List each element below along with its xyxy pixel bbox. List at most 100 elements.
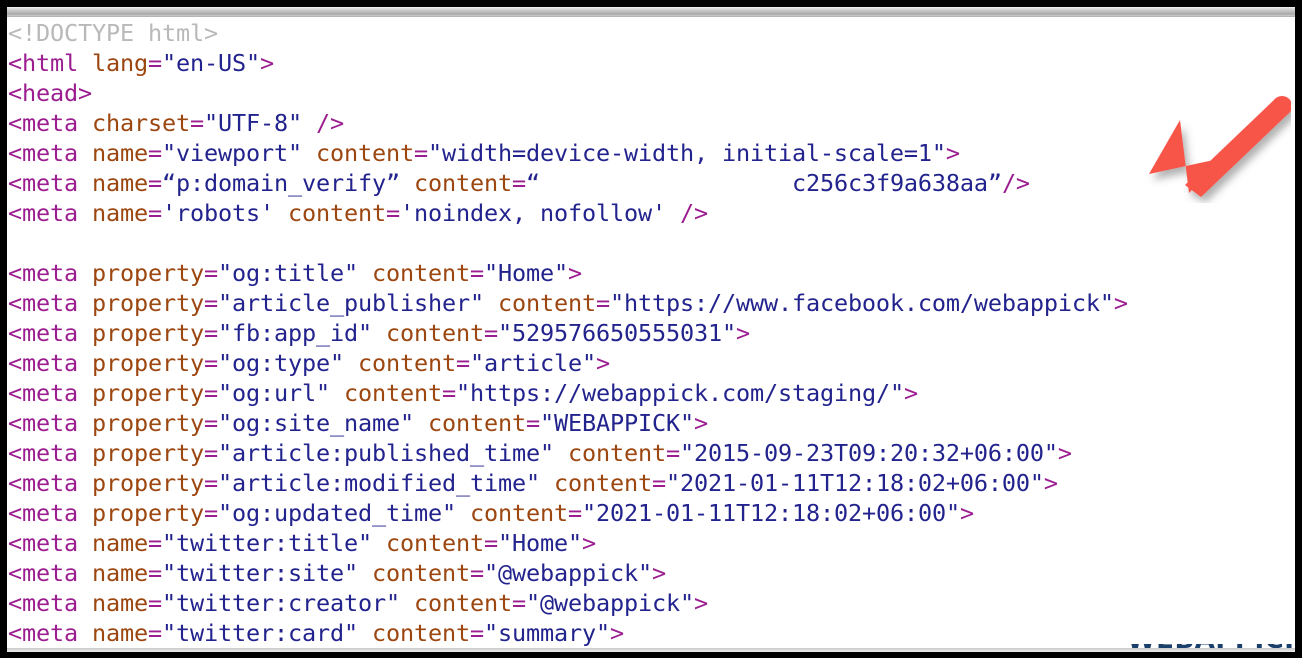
- line-meta-og-site-name: <meta property="og:site_name" content="W…: [8, 408, 1295, 438]
- line-meta-domain-verify-seg-2: =: [148, 169, 162, 197]
- line-meta-robots-seg-7: />: [665, 199, 708, 227]
- line-meta-og-url-seg-6: "https://webappick.com/staging/": [456, 379, 904, 407]
- line-meta-og-updated-time-seg-7: >: [959, 499, 974, 527]
- line-meta-twitter-card-seg-5: =: [469, 619, 484, 647]
- line-meta-fb-app-id-seg-6: "529576650555031": [497, 319, 736, 347]
- line-meta-article-published-time-seg-1: property: [92, 439, 204, 467]
- line-head-open: <head>: [8, 78, 1295, 108]
- line-meta-og-title-seg-3: "og:title": [218, 259, 358, 287]
- line-meta-og-type-seg-0: <meta: [8, 349, 92, 377]
- line-meta-og-updated-time-seg-1: property: [92, 499, 204, 527]
- line-blank-1-seg-0: [8, 229, 22, 257]
- line-meta-article-modified-time-seg-4: content: [539, 469, 652, 497]
- line-meta-viewport-seg-7: >: [945, 139, 960, 167]
- line-meta-og-site-name-seg-0: <meta: [8, 409, 92, 437]
- line-meta-og-title-seg-6: "Home": [483, 259, 568, 287]
- line-meta-fb-app-id-seg-0: <meta: [8, 319, 92, 347]
- line-meta-robots-seg-1: name: [92, 199, 148, 227]
- line-meta-og-updated-time-seg-6: "2021-01-11T12:18:02+06:00": [581, 499, 960, 527]
- line-meta-og-type-seg-6: "article": [469, 349, 596, 377]
- line-meta-article-modified-time-seg-6: "2021-01-11T12:18:02+06:00": [665, 469, 1044, 497]
- line-meta-fb-app-id-seg-1: property: [92, 319, 204, 347]
- line-meta-og-site-name-seg-7: >: [693, 409, 708, 437]
- line-meta-og-url-seg-0: <meta: [8, 379, 92, 407]
- line-meta-article-published-time: <meta property="article:published_time" …: [8, 438, 1295, 468]
- line-meta-fb-app-id-seg-7: >: [735, 319, 750, 347]
- line-meta-article-published-time-seg-4: content: [553, 439, 666, 467]
- line-meta-fb-app-id-seg-3: "fb:app_id": [218, 319, 372, 347]
- horizontal-scrollbar[interactable]: [7, 7, 1295, 17]
- line-meta-twitter-card-seg-7: >: [609, 619, 624, 647]
- source-code-listing: <!DOCTYPE html> <html lang="en-US"> <head>…: [7, 18, 1295, 658]
- line-meta-robots-seg-5: =: [386, 199, 400, 227]
- line-meta-charset: <meta charset="UTF-8" />: [8, 108, 1295, 138]
- line-meta-article-publisher-seg-0: <meta: [8, 289, 92, 317]
- line-meta-domain-verify: <meta name=“p:domain_verify” content=“ c…: [8, 168, 1295, 198]
- line-meta-article-published-time-seg-0: <meta: [8, 439, 92, 467]
- line-html-open-seg-2: =: [148, 49, 162, 77]
- line-doctype: <!DOCTYPE html>: [8, 18, 1295, 48]
- line-meta-twitter-site-seg-7: >: [651, 559, 666, 587]
- line-meta-robots: <meta name='robots' content='noindex, no…: [8, 198, 1295, 228]
- line-meta-twitter-creator-seg-0: <meta: [8, 589, 92, 617]
- line-meta-charset-seg-4: />: [302, 109, 344, 137]
- line-meta-twitter-card-seg-2: =: [148, 619, 162, 647]
- line-meta-article-publisher-seg-1: property: [92, 289, 204, 317]
- line-meta-og-updated-time-seg-5: =: [567, 499, 582, 527]
- line-meta-og-url-seg-5: =: [442, 379, 456, 407]
- line-meta-domain-verify-seg-3: “p:domain_verify”: [162, 169, 400, 197]
- line-meta-charset-seg-1: charset: [92, 109, 190, 137]
- line-meta-og-site-name-seg-1: property: [92, 409, 204, 437]
- line-meta-og-url: <meta property="og:url" content="https:/…: [8, 378, 1295, 408]
- line-meta-robots-seg-3: 'robots': [162, 199, 274, 227]
- line-meta-domain-verify-seg-1: name: [92, 169, 148, 197]
- line-meta-og-title-seg-4: content: [357, 259, 470, 287]
- line-meta-og-site-name-seg-4: content: [413, 409, 526, 437]
- line-meta-og-type-seg-5: =: [455, 349, 470, 377]
- line-meta-og-url-seg-2: =: [204, 379, 218, 407]
- line-meta-twitter-title-seg-7: >: [581, 529, 596, 557]
- line-meta-article-publisher-seg-4: content: [483, 289, 596, 317]
- line-meta-og-title-seg-2: =: [204, 259, 218, 287]
- line-meta-article-published-time-seg-2: =: [204, 439, 218, 467]
- line-meta-article-modified-time-seg-7: >: [1043, 469, 1058, 497]
- line-meta-article-publisher-seg-2: =: [204, 289, 218, 317]
- line-meta-robots-seg-2: =: [148, 199, 162, 227]
- line-meta-twitter-title-seg-1: name: [92, 529, 148, 557]
- line-head-open-seg-0: <head: [8, 79, 78, 107]
- line-meta-twitter-site-seg-4: content: [357, 559, 470, 587]
- line-meta-twitter-card-seg-1: name: [92, 619, 148, 647]
- line-meta-fb-app-id-seg-5: =: [483, 319, 498, 347]
- line-meta-viewport-seg-5: =: [413, 139, 428, 167]
- line-meta-domain-verify-seg-5: =: [511, 169, 526, 197]
- line-meta-robots-seg-6: 'noindex, nofollow': [400, 199, 666, 227]
- view-source-window: <!DOCTYPE html> <html lang="en-US"> <head>…: [0, 0, 1302, 658]
- line-meta-domain-verify-seg-7: />: [1001, 169, 1030, 197]
- line-meta-twitter-creator-seg-7: >: [693, 589, 708, 617]
- line-meta-og-updated-time-seg-2: =: [204, 499, 218, 527]
- line-html-open-seg-1: lang: [92, 49, 148, 77]
- line-html-open-seg-4: >: [260, 49, 274, 77]
- line-doctype-seg-0: <!DOCTYPE html>: [8, 19, 218, 47]
- line-meta-twitter-site-seg-1: name: [92, 559, 148, 587]
- line-meta-og-url-seg-7: >: [903, 379, 918, 407]
- line-meta-article-modified-time-seg-3: "article:modified_time": [218, 469, 540, 497]
- line-meta-og-title-seg-0: <meta: [8, 259, 92, 287]
- line-meta-twitter-creator-seg-1: name: [92, 589, 148, 617]
- line-meta-charset-seg-2: =: [190, 109, 204, 137]
- line-meta-og-type-seg-7: >: [595, 349, 610, 377]
- line-meta-og-title-seg-5: =: [469, 259, 484, 287]
- line-meta-charset-seg-3: "UTF-8": [204, 109, 302, 137]
- line-meta-robots-seg-0: <meta: [8, 199, 92, 227]
- line-meta-og-site-name-seg-5: =: [525, 409, 540, 437]
- line-meta-twitter-card-seg-3: "twitter:card": [162, 619, 358, 647]
- line-meta-twitter-title-seg-3: "twitter:title": [162, 529, 372, 557]
- line-meta-robots-seg-4: content: [274, 199, 386, 227]
- line-meta-viewport-seg-2: =: [148, 139, 162, 167]
- line-meta-twitter-creator-seg-4: content: [399, 589, 512, 617]
- line-meta-twitter-title-seg-5: =: [483, 529, 498, 557]
- line-meta-og-type-seg-2: =: [204, 349, 218, 377]
- line-meta-og-title-seg-7: >: [567, 259, 582, 287]
- window-bottom-border: [7, 652, 1295, 658]
- line-meta-twitter-site-seg-5: =: [469, 559, 484, 587]
